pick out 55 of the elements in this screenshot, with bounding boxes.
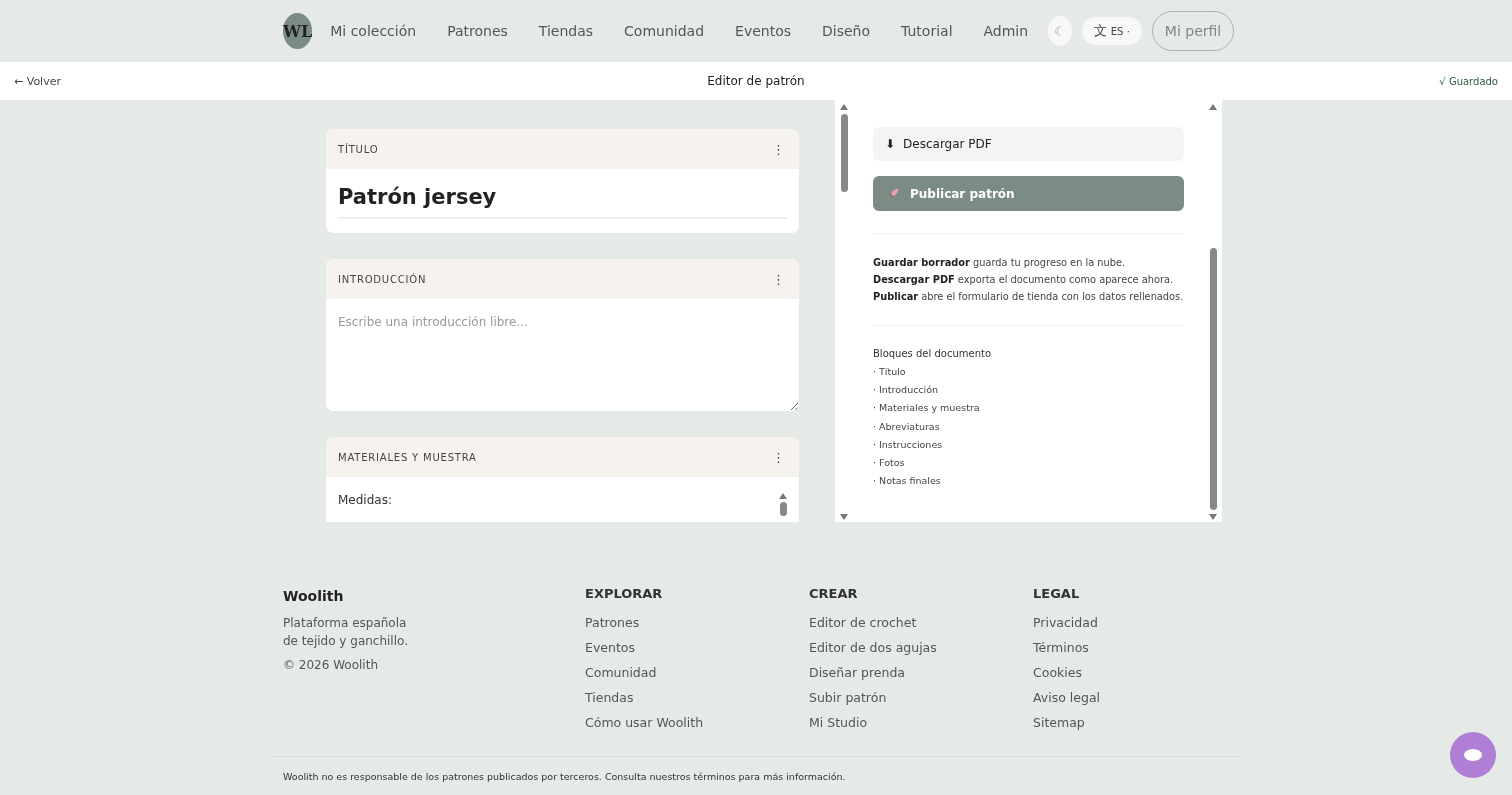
outline-title: Bloques del documento xyxy=(873,348,992,359)
footer-link[interactable]: Editor de dos agujas xyxy=(809,639,1033,657)
outline-item: · Notas finales xyxy=(873,474,942,489)
nav-link[interactable]: Tiendas xyxy=(538,23,594,39)
footer-heading: CREAR xyxy=(809,586,859,601)
copyright: © 2026 Woolith xyxy=(283,657,379,674)
outline-item: · Introducción xyxy=(873,383,940,398)
footer-link[interactable]: Tiendas xyxy=(585,689,809,707)
menu-button[interactable]: ⋮ xyxy=(770,141,787,157)
block-label: MATERIALES Y MUESTRA xyxy=(338,451,477,463)
footer-link[interactable]: Cómo usar Woolith xyxy=(585,714,809,732)
footer-heading: EXPLORAR xyxy=(585,586,664,601)
block-label: INTRODUCCIÓN xyxy=(338,273,427,285)
footer-link[interactable]: Comunidad xyxy=(585,664,809,682)
language-button[interactable]: 文 ES · xyxy=(1081,17,1142,45)
menu-button[interactable]: ⋮ xyxy=(770,271,787,287)
footer-link[interactable]: Aviso legal xyxy=(1033,689,1229,707)
download-button[interactable]: ⬇ Descargar PDF xyxy=(873,127,1184,161)
footer-link[interactable]: Mi Studio xyxy=(809,714,1033,732)
footer-tagline: Plataforma española de tejido y ganchillo. xyxy=(283,615,409,650)
help-text: Guardar borrador guarda tu progreso en la nube. xyxy=(873,256,1127,270)
footer-link[interactable]: Sitemap xyxy=(1033,714,1229,732)
logo[interactable]: WL xyxy=(283,13,313,49)
block-label: TÍTULO xyxy=(338,143,379,155)
menu-button[interactable]: ⋮ xyxy=(770,449,787,465)
outline-item: · Título xyxy=(873,365,907,379)
footer-link[interactable]: Eventos xyxy=(585,639,809,657)
outline-item: · Abreviaturas xyxy=(873,419,941,434)
publish-button[interactable]: Publicar patrón xyxy=(873,176,1184,211)
nav-link[interactable]: Patrones xyxy=(447,23,508,39)
nav-link[interactable]: Admin xyxy=(983,23,1029,39)
help-text: Descargar PDF exporta el documento como aparece ahora. xyxy=(873,273,1175,287)
materials-text: Medidas: xyxy=(338,493,392,509)
footer-link[interactable]: Editor de crochet xyxy=(809,614,1033,632)
footer-heading: LEGAL xyxy=(1033,586,1081,601)
disclaimer: Woolith no es responsable de los patrones publicados por terceros. Consulta nuestros términos para más información. xyxy=(283,771,847,782)
footer-link[interactable]: Privacidad xyxy=(1033,614,1229,632)
footer-link[interactable]: Patrones xyxy=(585,614,809,632)
outline-item: · Fotos xyxy=(873,456,906,470)
footer-link[interactable]: Diseñar prenda xyxy=(809,664,1033,682)
nav-link[interactable]: Diseño xyxy=(822,23,871,39)
outline-item: · Materiales y muestra xyxy=(873,401,981,416)
footer-link[interactable]: Subir patrón xyxy=(809,689,1033,707)
help-text: Publicar abre el formulario de tienda con los datos rellenados. xyxy=(873,290,1184,304)
nav-link[interactable]: Tutorial xyxy=(901,23,953,39)
nav-link[interactable]: Comunidad xyxy=(624,23,705,39)
outline-item: · Instrucciones xyxy=(873,437,944,452)
footer-brand: Woolith xyxy=(283,588,345,604)
nav-link[interactable]: Mi colección xyxy=(330,23,417,39)
page-title: Editor de patrón xyxy=(707,74,805,88)
save-status: √ Guardado xyxy=(1438,75,1498,87)
footer-link[interactable]: Cookies xyxy=(1033,664,1229,682)
back-link[interactable]: ← Volver xyxy=(14,74,134,88)
nav-link[interactable]: Eventos xyxy=(735,23,792,39)
footer-link[interactable]: Términos xyxy=(1033,639,1229,657)
